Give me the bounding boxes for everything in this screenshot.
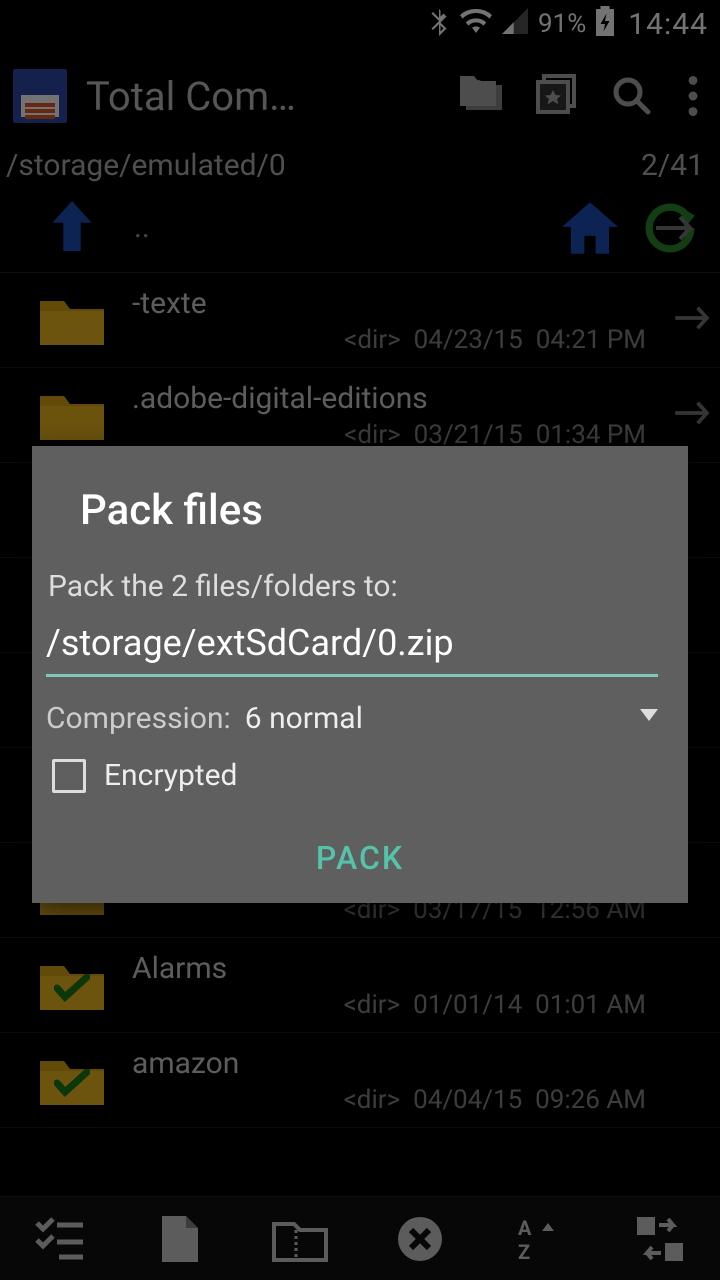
delete-icon[interactable] [390,1209,450,1269]
compression-dropdown[interactable]: Compression: 6 normal [46,701,658,736]
app-title: Total Com… [86,73,438,120]
file-name: .adobe-digital-editions [132,381,706,416]
swap-panels-icon[interactable] [630,1209,690,1269]
up-arrow-icon[interactable] [50,201,94,255]
parent-dir-label[interactable]: .. [134,210,150,245]
dialog-prompt: Pack the 2 files/folders to: [48,569,658,604]
current-path: /storage/emulated/0 [6,148,286,183]
overflow-menu-icon[interactable] [678,68,708,124]
list-item[interactable]: -texte <dir> 04/23/15 04:21 PM [0,273,720,368]
folder-checked-icon [40,960,104,1010]
encrypted-checkbox[interactable] [52,759,86,793]
file-meta: <dir> 04/04/15 09:26 AM [344,1085,706,1115]
sort-icon[interactable]: AZ [510,1209,570,1269]
folder-icon [40,390,104,440]
new-file-icon[interactable] [150,1209,210,1269]
bottom-toolbar: AZ [0,1196,720,1280]
arrow-right-icon[interactable] [672,304,712,336]
battery-percent: 91% [538,9,586,39]
list-item[interactable]: amazon <dir> 04/04/15 09:26 AM [0,1033,720,1128]
bluetooth-icon [428,6,450,43]
home-icon[interactable] [550,193,630,263]
wifi-icon [460,8,492,41]
selection-counter: 2/41 [641,148,704,183]
pack-icon[interactable] [270,1209,330,1269]
encrypted-label: Encrypted [104,758,237,793]
file-name: amazon [132,1046,706,1081]
file-meta: <dir> 01/01/14 01:01 AM [344,990,706,1020]
file-name: Alarms [132,951,706,986]
arrow-right-icon[interactable] [672,399,712,431]
svg-text:A: A [518,1216,532,1240]
list-item[interactable]: Alarms <dir> 01/01/14 01:01 AM [0,938,720,1033]
bookmarks-icon[interactable] [530,68,586,124]
status-bar: 91% 14:44 [0,0,720,48]
folder-checked-icon [40,1055,104,1105]
battery-charging-icon [596,6,614,43]
file-meta: <dir> 04/23/15 04:21 PM [344,325,706,355]
dialog-title: Pack files [80,486,658,535]
search-icon[interactable] [604,68,660,124]
compression-label: Compression: [46,701,231,736]
app-bar: Total Com… [0,48,720,144]
file-meta: <dir> 03/21/15 01:34 PM [344,420,706,450]
target-path-input[interactable] [46,616,658,677]
clock: 14:44 [628,7,708,42]
app-icon [12,68,68,124]
file-name: -texte [132,286,706,321]
folder-icon [40,295,104,345]
pack-dialog: Pack files Pack the 2 files/folders to: … [32,446,688,903]
nav-row: .. [0,183,720,273]
select-icon[interactable] [30,1209,90,1269]
svg-text:Z: Z [518,1240,530,1263]
folders-icon[interactable] [456,68,512,124]
cell-signal-icon [502,8,528,41]
compression-value: 6 normal [245,701,363,736]
path-bar[interactable]: /storage/emulated/0 2/41 [0,144,720,183]
pack-button[interactable]: PACK [316,839,404,877]
chevron-down-icon [640,709,658,721]
panel-switch-icon[interactable] [634,193,714,263]
